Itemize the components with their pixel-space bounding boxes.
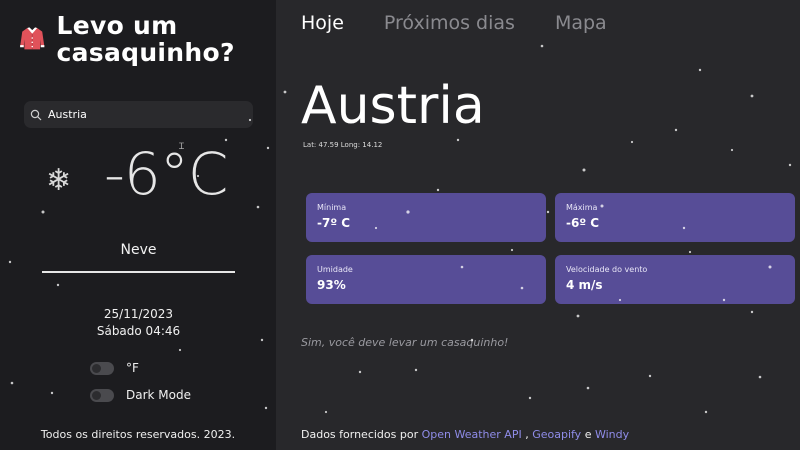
card-value: 93%: [317, 278, 346, 292]
tab-proximos-dias[interactable]: Próximos dias: [384, 12, 515, 34]
tab-mapa[interactable]: Mapa: [555, 12, 607, 34]
brand: Levo um casaquinho?: [18, 12, 276, 66]
card-label: Velocidade do vento: [566, 265, 648, 274]
card-value: -7º C: [317, 216, 351, 230]
link-windy[interactable]: Windy: [595, 428, 629, 441]
divider: [42, 271, 235, 273]
coat-icon: [20, 27, 45, 50]
card-min-temp: Mínima -7º C: [306, 193, 546, 242]
card-value: 4 m/s: [566, 278, 603, 292]
snowflake-icon: ❄: [46, 163, 72, 198]
date-time: 25/11/2023 Sábado 04:46: [42, 306, 235, 340]
dark-mode-label: Dark Mode: [126, 388, 191, 402]
toggle-knob: [92, 390, 101, 400]
card-label: Mínima: [317, 203, 347, 212]
credits-separator: e: [581, 428, 595, 441]
current-temperature: -6°C: [104, 140, 228, 208]
tab-hoje[interactable]: Hoje: [301, 12, 344, 34]
card-humidity: Umidade 93%: [306, 255, 546, 304]
data-credits: Dados fornecidos por Open Weather API , …: [301, 428, 629, 441]
card-value: -6º C: [566, 216, 600, 230]
card-max-temp: Máxima -6º C: [555, 193, 795, 242]
link-open-weather[interactable]: Open Weather API: [422, 428, 522, 441]
copyright: Todos os direitos reservados. 2023.: [40, 428, 236, 441]
sidebar: Levo um casaquinho? Ɪ ❄ -6°C Neve 25/11/…: [0, 0, 276, 450]
location-name: Austria: [301, 76, 485, 136]
credits-prefix: Dados fornecidos por: [301, 428, 422, 441]
link-geoapify[interactable]: Geoapify: [532, 428, 581, 441]
card-label: Máxima: [566, 203, 598, 212]
credits-separator: ,: [521, 428, 533, 441]
search-icon: [30, 109, 42, 120]
dark-mode-toggle-row: Dark Mode: [90, 388, 191, 402]
dark-mode-toggle[interactable]: [90, 388, 114, 402]
search-input[interactable]: [48, 108, 238, 121]
location-coords: Lat: 47.59 Long: 14.12: [303, 141, 383, 149]
fahrenheit-label: °F: [126, 361, 139, 375]
search-box[interactable]: [24, 101, 253, 128]
card-wind-speed: Velocidade do vento 4 m/s: [555, 255, 795, 304]
current-weekday-time: Sábado 04:46: [96, 324, 181, 338]
weather-condition: Neve: [120, 242, 157, 258]
main-panel: Hoje Próximos dias Mapa Austria Lat: 47.…: [276, 0, 800, 450]
fahrenheit-toggle-row: °F: [90, 361, 139, 375]
app-title: Levo um casaquinho?: [56, 11, 235, 67]
fahrenheit-toggle[interactable]: [90, 361, 114, 375]
coat-advice: Sim, você deve levar um casaquinho!: [301, 336, 509, 349]
tabs: Hoje Próximos dias Mapa: [301, 12, 647, 34]
current-date: 25/11/2023: [103, 307, 174, 321]
card-label: Umidade: [317, 265, 353, 274]
toggle-knob: [92, 363, 101, 373]
